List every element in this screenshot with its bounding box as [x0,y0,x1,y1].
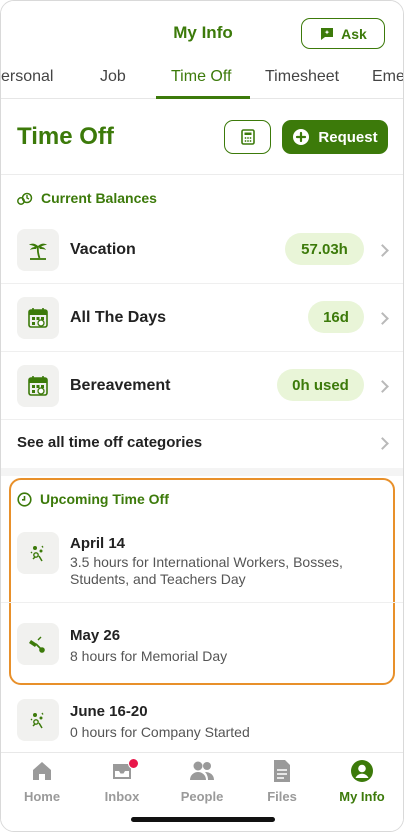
home-indicator [131,817,275,822]
upcoming-description: 3.5 hours for International Workers, Bos… [70,554,343,587]
balance-value-pill: 16d [308,301,364,333]
balance-value-pill: 0h used [277,369,364,401]
upcoming-time-off-label: Upcoming Time Off [40,491,169,507]
balance-row-vacation[interactable]: Vacation 57.03h [1,216,403,284]
nav-my-info[interactable]: My Info [327,757,397,804]
home-icon [7,757,77,785]
balance-value-pill: 57.03h [285,233,364,265]
upcoming-date: June 16-20 [70,703,148,720]
nav-label: Inbox [104,789,140,804]
upcoming-date: April 14 [70,535,126,552]
nav-files[interactable]: Files [247,757,317,804]
tab-emergency[interactable]: Eme [372,68,403,86]
upcoming-time-off-title: Upcoming Time Off [17,491,169,507]
upcoming-description: 0 hours for Company Started [70,724,250,740]
phone-screen: My Info Ask ersonal Job Time Off Timeshe… [0,0,404,832]
request-label: Request [318,128,378,146]
see-all-categories-link[interactable]: See all time off categories [1,420,403,468]
notification-badge [128,758,139,769]
chat-sparkle-icon [321,27,334,40]
ask-label: Ask [341,25,367,42]
balance-row-all-the-days[interactable]: All The Days 16d [1,284,403,352]
party-icon [17,532,59,574]
upcoming-item-april-14[interactable]: April 14 3.5 hours for International Wor… [1,521,403,603]
balance-row-bereavement[interactable]: Bereavement 0h used [1,352,403,420]
tab-time-off[interactable]: Time Off [171,68,231,86]
ask-button[interactable]: Ask [301,18,385,49]
party-icon [17,699,59,741]
current-balances-label: Current Balances [41,190,157,206]
tab-bar: ersonal Job Time Off Timesheet Eme [1,63,403,99]
calculator-icon [240,129,255,145]
nav-home[interactable]: Home [7,757,77,804]
nav-label: People [180,789,224,804]
upcoming-date: May 26 [70,627,121,644]
balance-label: Bereavement [70,377,171,394]
files-icon [247,757,317,785]
palm-tree-icon [17,229,59,271]
person-circle-icon [327,757,397,785]
time-off-header: Time Off Request [1,99,403,175]
tab-timesheet[interactable]: Timesheet [265,68,339,86]
current-balances-title: Current Balances [17,190,157,206]
upcoming-item-may-26[interactable]: May 26 8 hours for Memorial Day [1,603,403,681]
calculator-button[interactable] [224,120,271,154]
page-title: Time Off [17,123,114,150]
nav-label: Home [23,789,61,804]
nav-label: Files [267,789,297,804]
tab-personal[interactable]: ersonal [1,68,53,86]
see-all-label: See all time off categories [17,434,203,451]
nav-inbox[interactable]: Inbox [87,757,157,804]
balance-label: Vacation [70,241,136,258]
calendar-icon [17,297,59,339]
top-bar: My Info Ask [1,1,403,63]
section-divider [1,468,403,476]
balance-label: All The Days [70,309,167,326]
clock-icon [17,491,32,507]
flag-icon [17,623,59,665]
nav-label: My Info [339,789,385,804]
chevron-right-icon [376,380,389,393]
people-icon [167,757,237,785]
upcoming-item-june-16-20[interactable]: June 16-20 0 hours for Company Started [1,689,403,753]
request-button[interactable]: Request [282,120,388,154]
tab-job[interactable]: Job [100,68,126,86]
plus-circle-icon [293,129,310,145]
chevron-right-icon [376,437,389,450]
calendar-icon [17,365,59,407]
inbox-icon [87,757,157,785]
nav-people[interactable]: People [167,757,237,804]
balances-icon [17,192,33,205]
upcoming-description: 8 hours for Memorial Day [70,648,228,664]
chevron-right-icon [376,312,389,325]
chevron-right-icon [376,244,389,257]
